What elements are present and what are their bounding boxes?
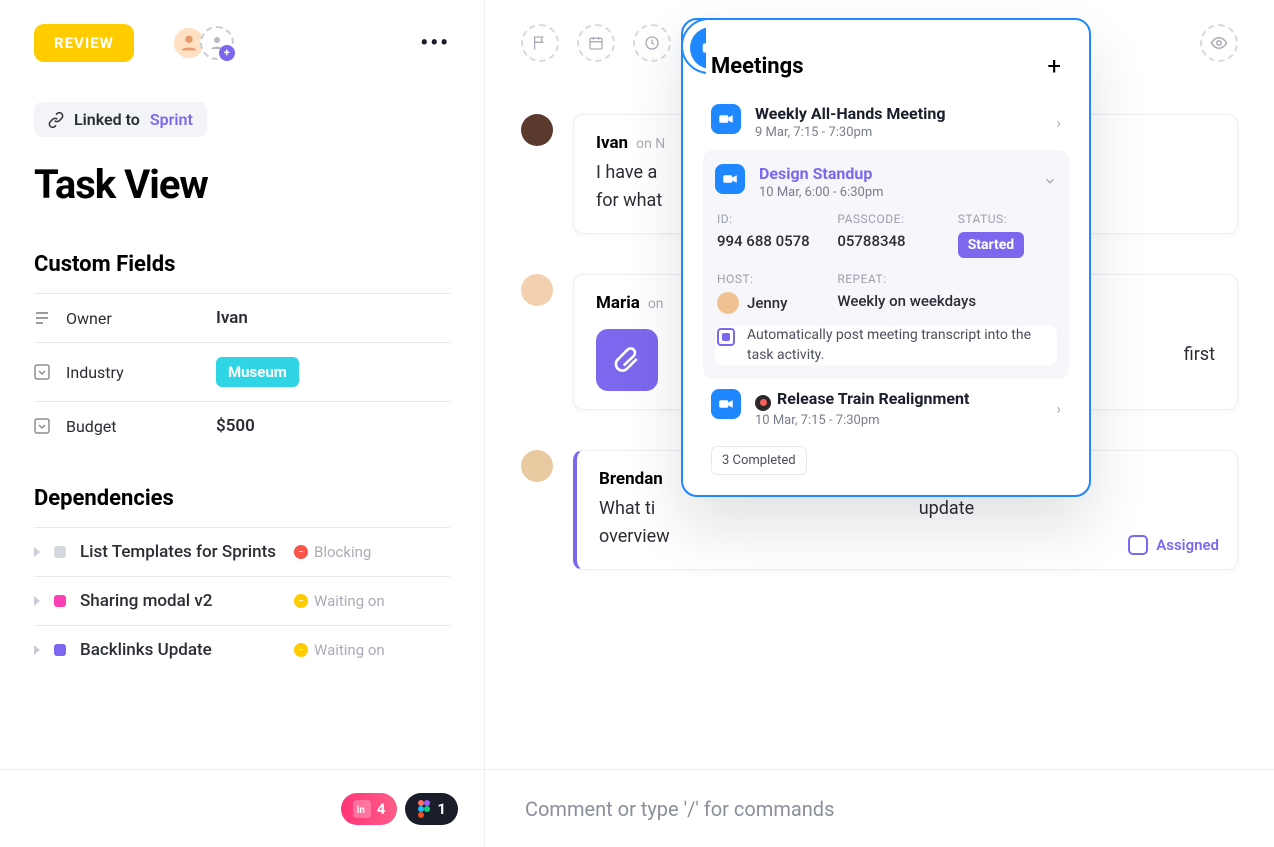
- figma-attachment[interactable]: 1: [405, 793, 458, 825]
- checkbox-icon: [1128, 535, 1148, 555]
- more-actions-button[interactable]: •••: [420, 31, 450, 56]
- add-meeting-button[interactable]: +: [1047, 52, 1061, 80]
- flag-button[interactable]: [521, 24, 559, 62]
- attachments-bar: in 4 1: [0, 769, 484, 847]
- invision-attachment[interactable]: in 4: [341, 793, 398, 825]
- dropdown-icon: [34, 364, 50, 380]
- list-icon: [34, 310, 50, 326]
- page-title: Task View: [34, 161, 450, 208]
- owner-label: Owner: [66, 309, 216, 328]
- dependency-row[interactable]: List Templates for Sprints − Blocking: [34, 527, 450, 576]
- status-dot: [54, 595, 66, 607]
- chevron-right-icon: ›: [1056, 399, 1061, 418]
- completed-count[interactable]: 3 Completed: [711, 446, 807, 475]
- budget-label: Budget: [66, 417, 216, 436]
- dropdown-icon: [34, 418, 50, 434]
- assigned-toggle[interactable]: Assigned: [1128, 535, 1219, 555]
- zoom-icon: [715, 164, 745, 194]
- activity-panel: Ivan on N I have a xxxxxxxxxxxxxxxxxxxxx…: [484, 0, 1274, 847]
- transcript-toggle[interactable]: Automatically post meeting transcript in…: [715, 326, 1057, 365]
- add-assignee-button[interactable]: +: [200, 26, 234, 60]
- task-left-panel: REVIEW + ••• Linked to Sprint Task View …: [0, 0, 484, 847]
- budget-value: $500: [216, 416, 255, 436]
- link-icon: [48, 112, 64, 128]
- svg-text:in: in: [357, 804, 365, 815]
- dependency-status: − Blocking: [294, 543, 371, 561]
- linked-target: Sprint: [150, 110, 193, 129]
- chevron-right-icon: ›: [1056, 113, 1061, 132]
- avatar[interactable]: [521, 274, 553, 306]
- composer-placeholder: Comment or type '/' for commands: [525, 797, 834, 821]
- assignee-avatars: +: [172, 26, 234, 60]
- linked-pill[interactable]: Linked to Sprint: [34, 102, 207, 137]
- invision-icon: in: [353, 800, 371, 818]
- figma-icon: [417, 800, 431, 818]
- dependency-name: Backlinks Update: [80, 640, 280, 660]
- dependency-row[interactable]: Backlinks Update − Waiting on: [34, 625, 450, 674]
- calendar-button[interactable]: [577, 24, 615, 62]
- status-dot: [54, 644, 66, 656]
- chevron-right-icon: [34, 645, 40, 655]
- plus-icon: +: [219, 45, 235, 61]
- linked-prefix: Linked to: [74, 110, 140, 129]
- dependency-name: List Templates for Sprints: [80, 542, 280, 562]
- attachment-icon[interactable]: [596, 329, 658, 391]
- field-owner[interactable]: Owner Ivan: [34, 293, 450, 342]
- chevron-right-icon: [34, 547, 40, 557]
- industry-tag[interactable]: Museum: [216, 357, 299, 387]
- meetings-popover: Meetings + Weekly All-Hands Meeting9 Mar…: [681, 18, 1091, 497]
- owner-value: Ivan: [216, 308, 248, 328]
- left-top-row: REVIEW + •••: [34, 24, 450, 62]
- meeting-item-expanded[interactable]: Design Standup10 Mar, 6:00 - 6:30pm ID: …: [703, 150, 1069, 379]
- recording-icon: [755, 395, 771, 411]
- review-button[interactable]: REVIEW: [34, 24, 134, 62]
- dependency-status: − Waiting on: [294, 641, 385, 659]
- waiting-icon: −: [294, 643, 308, 657]
- host-avatar: [717, 292, 739, 314]
- custom-fields-heading: Custom Fields: [34, 252, 450, 277]
- zoom-icon: [711, 389, 741, 419]
- meeting-item[interactable]: Release Train Realignment10 Mar, 7:15 - …: [703, 379, 1069, 438]
- avatar[interactable]: [521, 450, 553, 482]
- chevron-right-icon: [34, 596, 40, 606]
- waiting-icon: −: [294, 594, 308, 608]
- field-industry[interactable]: Industry Museum: [34, 342, 450, 401]
- blocking-icon: −: [294, 545, 308, 559]
- chevron-down-icon: [1043, 173, 1057, 192]
- recent-button[interactable]: [633, 24, 671, 62]
- checkbox-icon: [717, 328, 735, 346]
- dependencies-heading: Dependencies: [34, 486, 450, 511]
- industry-label: Industry: [66, 363, 216, 382]
- dependency-name: Sharing modal v2: [80, 591, 280, 611]
- status-badge[interactable]: Started: [958, 232, 1025, 258]
- avatar[interactable]: [521, 114, 553, 146]
- meeting-item[interactable]: Weekly All-Hands Meeting9 Mar, 7:15 - 7:…: [703, 94, 1069, 150]
- comment-composer[interactable]: Comment or type '/' for commands: [485, 769, 1274, 847]
- dependency-row[interactable]: Sharing modal v2 − Waiting on: [34, 576, 450, 625]
- field-budget[interactable]: Budget $500: [34, 401, 450, 450]
- zoom-icon: [711, 104, 741, 134]
- dependency-status: − Waiting on: [294, 592, 385, 610]
- status-dot: [54, 546, 66, 558]
- visibility-button[interactable]: [1200, 24, 1238, 62]
- meetings-title: Meetings: [711, 54, 804, 79]
- meeting-details: ID: PASSCODE: STATUS: 994 688 0578 05788…: [715, 212, 1057, 314]
